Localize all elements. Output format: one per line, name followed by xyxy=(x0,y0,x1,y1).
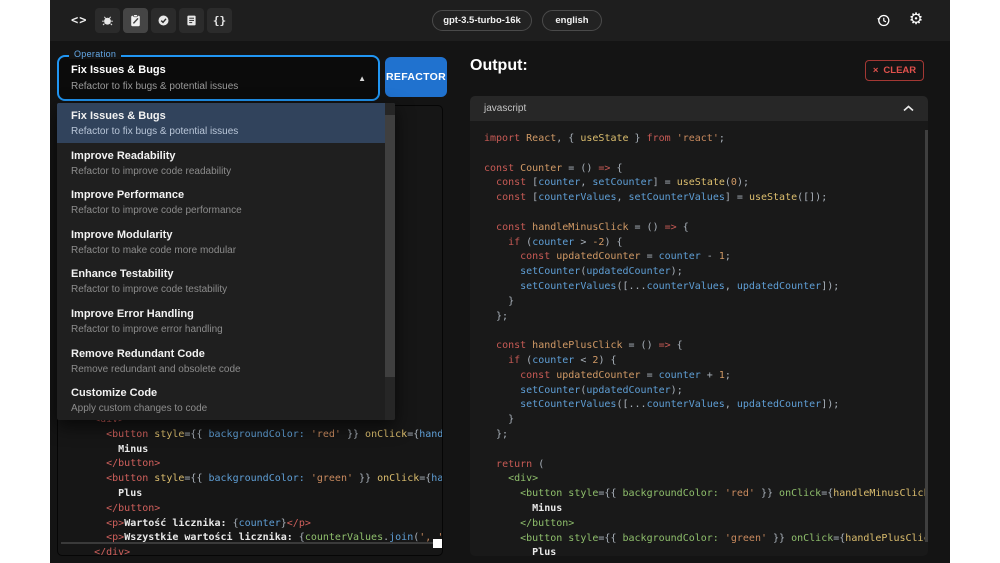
option-subtitle: Refactor to improve code performance xyxy=(71,205,242,217)
code-line: }; xyxy=(484,428,509,440)
option-subtitle: Refactor to improve code testability xyxy=(71,284,228,296)
option-subtitle: Refactor to improve error handling xyxy=(71,323,223,335)
bug-icon[interactable] xyxy=(95,8,120,33)
option-title: Improve Error Handling xyxy=(71,307,194,320)
code-line: const [counterValues, setCounterValues] … xyxy=(496,192,828,204)
code-line: Plus xyxy=(70,488,143,500)
top-nav: {} xyxy=(95,8,232,33)
code-line: } xyxy=(484,414,515,426)
language-pill[interactable]: english xyxy=(542,10,602,31)
option-subtitle: Apply custom changes to code xyxy=(71,403,208,415)
code-line: const handleMinusClick = () => { xyxy=(496,221,689,233)
dropdown-scrollbar-thumb[interactable] xyxy=(385,115,395,377)
code-line: </div> xyxy=(70,547,131,556)
code-line: } xyxy=(484,295,515,307)
editor-code[interactable]: return ( <div> <button style={{ backgrou… xyxy=(70,398,443,556)
dropdown-option-7[interactable]: Customize Code Apply custom changes to co… xyxy=(57,380,395,420)
model-pill[interactable]: gpt-3.5-turbo-16k xyxy=(432,10,532,31)
code-line: <button style={{ backgroundColor: 'green… xyxy=(520,532,928,544)
chevron-up-icon: ▲ xyxy=(358,74,366,83)
clear-button-label: CLEAR xyxy=(883,65,917,76)
dropdown-option-1[interactable]: Improve Readability Refactor to improve c… xyxy=(57,143,395,183)
output-code-block: javascript import React, { useState } fr… xyxy=(470,96,928,556)
code-line: }; xyxy=(484,310,509,322)
option-title: Improve Readability xyxy=(71,149,176,162)
clear-x-icon: × xyxy=(872,65,879,76)
operation-selected-subtitle: Refactor to fix bugs & potential issues xyxy=(71,81,239,92)
option-title: Improve Modularity xyxy=(71,228,173,241)
code-line: <button style={{ backgroundColor: 'red' … xyxy=(106,428,443,440)
code-line: <button style={{ backgroundColor: 'green… xyxy=(106,473,443,485)
braces-icon[interactable]: {} xyxy=(207,8,232,33)
dropdown-option-0[interactable]: Fix Issues & Bugs Refactor to fix bugs & … xyxy=(57,103,395,143)
clear-button[interactable]: × CLEAR xyxy=(865,60,924,81)
operation-select[interactable]: Operation Fix Issues & Bugs Refactor to … xyxy=(57,49,380,101)
code-line: </button> xyxy=(520,517,575,529)
editor-scrollbar-thumb[interactable] xyxy=(433,539,442,548)
shield-check-icon[interactable] xyxy=(151,8,176,33)
option-subtitle: Remove redundant and obsolete code xyxy=(71,363,241,375)
code-line: const [counter, setCounter] = useState(0… xyxy=(496,177,749,189)
option-title: Remove Redundant Code xyxy=(71,347,205,360)
output-scrollbar-thumb[interactable] xyxy=(925,130,928,542)
code-line: </button> xyxy=(106,502,161,514)
option-title: Improve Performance xyxy=(71,189,185,202)
code-logo-icon: <> xyxy=(71,13,88,27)
dropdown-option-5[interactable]: Improve Error Handling Refactor to improv… xyxy=(57,301,395,341)
code-line: <button style={{ backgroundColor: 'red' … xyxy=(520,488,928,500)
code-language-label: javascript xyxy=(484,103,527,114)
operation-dropdown-list: Fix Issues & Bugs Refactor to fix bugs & … xyxy=(57,103,395,420)
topbar-right-actions: ⚙ xyxy=(871,8,928,32)
editor-horizontal-scrollbar[interactable] xyxy=(61,542,439,544)
option-title: Enhance Testability xyxy=(71,268,174,281)
dropdown-option-6[interactable]: Remove Redundant Code Remove redundant an… xyxy=(57,341,395,381)
code-line: const Counter = () => { xyxy=(484,162,623,174)
option-title: Fix Issues & Bugs xyxy=(71,110,166,122)
code-line: if (counter < 2) { xyxy=(508,354,617,366)
operation-dropdown: Fix Issues & Bugs Refactor to fix bugs & … xyxy=(57,103,395,420)
code-line: <div> xyxy=(508,473,539,485)
code-line: const handlePlusClick = () => { xyxy=(496,340,683,352)
code-line: </button> xyxy=(106,458,161,470)
operation-select-label: Operation xyxy=(69,49,122,59)
code-line: Minus xyxy=(70,443,149,455)
refactor-button[interactable]: REFACTOR xyxy=(385,57,447,97)
code-line: setCounterValues([...counterValues, upda… xyxy=(520,280,840,292)
dropdown-option-2[interactable]: Improve Performance Refactor to improve c… xyxy=(57,182,395,222)
settings-gear-icon[interactable]: ⚙ xyxy=(904,8,928,32)
output-code: import React, { useState } from 'react';… xyxy=(484,132,928,556)
history-icon[interactable] xyxy=(871,8,895,32)
option-subtitle: Refactor to improve code readability xyxy=(71,165,232,177)
code-line: if (counter > -2) { xyxy=(508,236,623,248)
code-line: setCounterValues([...counterValues, upda… xyxy=(520,399,840,411)
collapse-chevron-icon[interactable] xyxy=(903,105,914,112)
option-title: Customize Code xyxy=(71,387,158,400)
code-line: setCounter(updatedCounter); xyxy=(520,266,683,278)
document-icon[interactable] xyxy=(179,8,204,33)
option-subtitle: Refactor to fix bugs & potential issues xyxy=(71,126,239,137)
top-bar: <> {} gpt-3.5-turbo-16k english ⚙ xyxy=(50,0,950,41)
clipboard-edit-icon[interactable] xyxy=(123,8,148,33)
app-window: <> {} gpt-3.5-turbo-16k english ⚙ Operat… xyxy=(50,0,950,563)
dropdown-option-4[interactable]: Enhance Testability Refactor to improve c… xyxy=(57,261,395,301)
output-heading: Output: xyxy=(470,57,528,74)
operation-selected-title: Fix Issues & Bugs xyxy=(71,64,166,76)
code-line: <p>Wartość licznika: {counter}</p> xyxy=(106,517,311,529)
code-line: import React, { useState } from 'react'; xyxy=(484,133,725,144)
code-line: const updatedCounter = counter - 1; xyxy=(520,251,731,263)
dropdown-option-3[interactable]: Improve Modularity Refactor to make code … xyxy=(57,222,395,262)
output-code-header: javascript xyxy=(470,96,928,121)
code-line: Plus xyxy=(484,547,557,556)
code-line: setCounter(updatedCounter); xyxy=(520,384,683,396)
option-subtitle: Refactor to make code more modular xyxy=(71,244,237,256)
code-line: return ( xyxy=(496,458,545,470)
code-line: const updatedCounter = counter + 1; xyxy=(520,369,731,381)
code-line: Minus xyxy=(484,502,563,514)
